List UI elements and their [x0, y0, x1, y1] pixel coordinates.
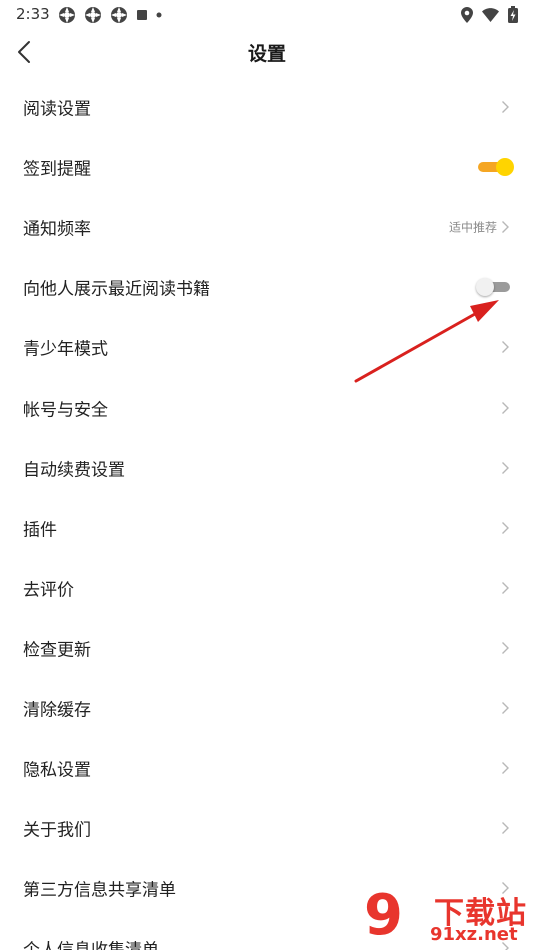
- status-time: 2:33: [16, 5, 50, 23]
- chevron-right-icon: [502, 701, 509, 714]
- chevron-right-icon: [502, 101, 509, 114]
- chevron-right-icon: [502, 762, 509, 775]
- status-bar: 2:33: [0, 0, 534, 28]
- settings-list: 阅读设置 签到提醒 通知频率 适中推荐 向他人展示最近阅读书籍 青少年模式 帐号…: [0, 77, 534, 950]
- watermark-logo: 9 下载站 91xz.net: [364, 886, 534, 950]
- setting-label: 向他人展示最近阅读书籍: [23, 279, 210, 300]
- toggle-knob: [496, 158, 514, 177]
- chevron-right-icon: [502, 401, 509, 414]
- chevron-right-icon: [502, 221, 509, 234]
- notification-app-icon: [111, 7, 127, 23]
- page-title: 设置: [247, 43, 286, 65]
- setting-plugins[interactable]: 插件: [0, 498, 534, 558]
- setting-teen-mode[interactable]: 青少年模式: [0, 317, 534, 377]
- notification-app-icon: [85, 7, 101, 23]
- chevron-right-icon: [502, 641, 509, 654]
- title-bar: 设置: [0, 28, 534, 76]
- setting-about[interactable]: 关于我们: [0, 798, 534, 858]
- setting-label: 清除缓存: [23, 700, 91, 721]
- setting-value: 适中推荐: [448, 220, 497, 235]
- notification-icons: [58, 6, 162, 24]
- notification-app-icon: [59, 7, 75, 23]
- chevron-right-icon: [502, 822, 509, 835]
- setting-clear-cache[interactable]: 清除缓存: [0, 678, 534, 738]
- system-icons: [461, 6, 518, 23]
- setting-label: 签到提醒: [23, 159, 91, 180]
- toggle-knob: [476, 278, 494, 297]
- setting-label: 去评价: [23, 580, 74, 601]
- setting-label: 隐私设置: [23, 760, 91, 781]
- setting-label: 青少年模式: [23, 339, 108, 360]
- setting-label: 个人信息收集清单: [23, 936, 159, 950]
- checkin-reminder-toggle[interactable]: [476, 157, 514, 177]
- setting-label: 插件: [23, 520, 57, 541]
- battery-icon: [508, 6, 518, 23]
- setting-label: 检查更新: [23, 640, 91, 661]
- setting-notification-frequency[interactable]: 通知频率 适中推荐: [0, 197, 534, 257]
- setting-label: 阅读设置: [23, 99, 91, 120]
- watermark-glyph: 9: [364, 883, 403, 948]
- wifi-icon: [482, 7, 499, 22]
- setting-account-security[interactable]: 帐号与安全: [0, 377, 534, 437]
- setting-label: 帐号与安全: [23, 400, 108, 421]
- setting-show-recent-reading: 向他人展示最近阅读书籍: [0, 257, 534, 317]
- setting-privacy[interactable]: 隐私设置: [0, 738, 534, 798]
- setting-label: 通知频率: [23, 219, 91, 240]
- chevron-right-icon: [502, 461, 509, 474]
- setting-reading[interactable]: 阅读设置: [0, 77, 534, 137]
- setting-auto-renew[interactable]: 自动续费设置: [0, 438, 534, 498]
- chevron-right-icon: [502, 581, 509, 594]
- show-recent-reading-toggle[interactable]: [476, 277, 514, 297]
- more-dot-icon: [156, 12, 162, 18]
- setting-label: 自动续费设置: [23, 460, 125, 481]
- setting-label: 关于我们: [23, 820, 91, 841]
- chevron-right-icon: [502, 521, 509, 534]
- location-icon: [461, 6, 473, 23]
- watermark-url: 91xz.net: [430, 924, 518, 945]
- setting-check-update[interactable]: 检查更新: [0, 618, 534, 678]
- chevron-right-icon: [502, 341, 509, 354]
- setting-rate[interactable]: 去评价: [0, 558, 534, 618]
- stop-square-icon: [137, 10, 147, 20]
- setting-checkin-reminder: 签到提醒: [0, 137, 534, 197]
- setting-label: 第三方信息共享清单: [23, 880, 176, 901]
